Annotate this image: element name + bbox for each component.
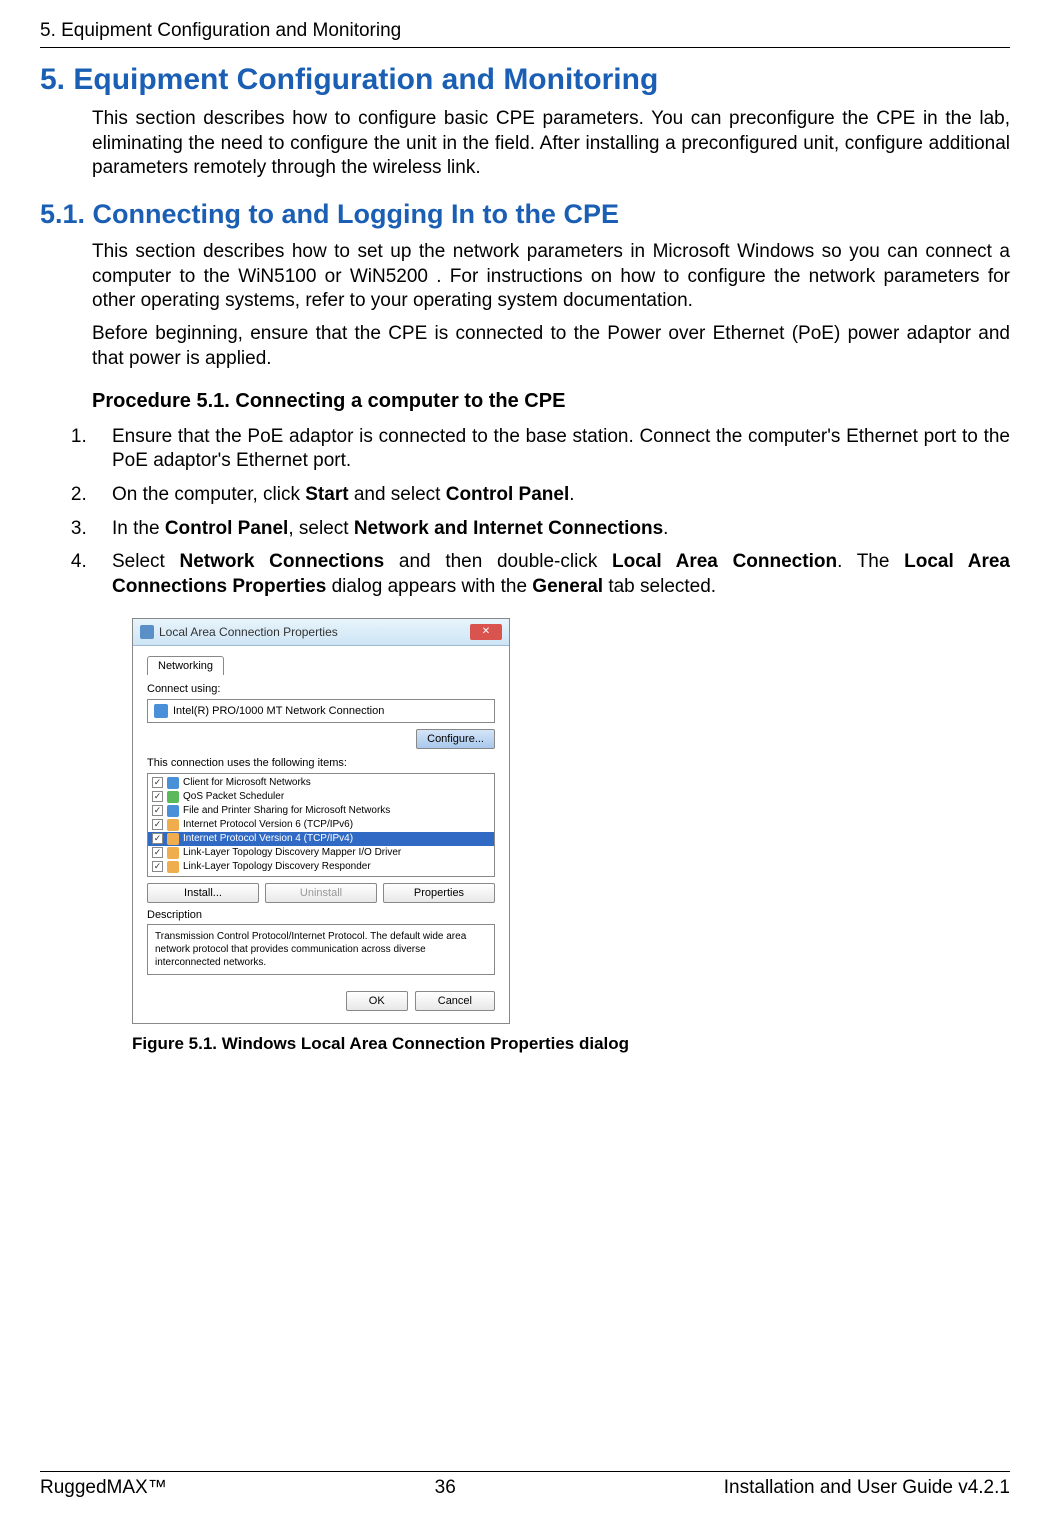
list-item[interactable]: ✓Internet Protocol Version 6 (TCP/IPv6) bbox=[148, 818, 494, 832]
description-box: Transmission Control Protocol/Internet P… bbox=[147, 924, 495, 975]
checkbox-icon[interactable]: ✓ bbox=[152, 805, 163, 816]
tab-header: Networking bbox=[147, 656, 495, 675]
client-icon bbox=[167, 777, 179, 789]
checkbox-icon[interactable]: ✓ bbox=[152, 833, 163, 844]
connect-using-label: Connect using: bbox=[147, 683, 495, 695]
procedure-list: Ensure that the PoE adaptor is connected… bbox=[92, 425, 1010, 600]
list-item: Select Network Connections and then doub… bbox=[92, 550, 1010, 599]
nic-field: Intel(R) PRO/1000 MT Network Connection bbox=[147, 699, 495, 723]
qos-icon bbox=[167, 791, 179, 803]
list-item[interactable]: ✓Link-Layer Topology Discovery Responder bbox=[148, 860, 494, 874]
configure-button[interactable]: Configure... bbox=[416, 729, 495, 749]
chapter-title: 5. Equipment Configuration and Monitorin… bbox=[40, 63, 1010, 97]
checkbox-icon[interactable]: ✓ bbox=[152, 777, 163, 788]
properties-button[interactable]: Properties bbox=[383, 883, 495, 903]
network-icon bbox=[140, 625, 154, 639]
protocol-icon bbox=[167, 847, 179, 859]
checkbox-icon[interactable]: ✓ bbox=[152, 791, 163, 802]
protocol-icon bbox=[167, 819, 179, 831]
footer-right: Installation and User Guide v4.2.1 bbox=[724, 1477, 1010, 1499]
checkbox-icon[interactable]: ✓ bbox=[152, 819, 163, 830]
page-footer: RuggedMAX™ 36 Installation and User Guid… bbox=[40, 1471, 1010, 1499]
dialog-footer: OK Cancel bbox=[147, 985, 495, 1011]
section-paragraph-1: This section describes how to set up the… bbox=[92, 240, 1010, 314]
footer-left: RuggedMAX™ bbox=[40, 1477, 167, 1499]
page-header-section: 5. Equipment Configuration and Monitorin… bbox=[40, 0, 1010, 48]
uninstall-button[interactable]: Uninstall bbox=[265, 883, 377, 903]
section-title: 5.1. Connecting to and Logging In to the… bbox=[40, 199, 1010, 230]
connection-items-list: ✓Client for Microsoft Networks ✓QoS Pack… bbox=[147, 773, 495, 877]
list-item: On the computer, click Start and select … bbox=[92, 483, 1010, 508]
section-paragraph-2: Before beginning, ensure that the CPE is… bbox=[92, 322, 1010, 371]
close-button[interactable]: ✕ bbox=[470, 624, 502, 640]
nic-icon bbox=[154, 704, 168, 718]
dialog-titlebar: Local Area Connection Properties ✕ bbox=[133, 619, 509, 646]
tab-networking[interactable]: Networking bbox=[147, 656, 224, 675]
protocol-icon bbox=[167, 861, 179, 873]
sharing-icon bbox=[167, 805, 179, 817]
dialog-body: Networking Connect using: Intel(R) PRO/1… bbox=[133, 646, 509, 1023]
items-label: This connection uses the following items… bbox=[147, 757, 495, 769]
footer-page-number: 36 bbox=[435, 1477, 456, 1499]
dialog-title: Local Area Connection Properties bbox=[159, 625, 338, 639]
checkbox-icon[interactable]: ✓ bbox=[152, 847, 163, 858]
figure-caption: Figure 5.1. Windows Local Area Connectio… bbox=[132, 1034, 1010, 1054]
install-button[interactable]: Install... bbox=[147, 883, 259, 903]
cancel-button[interactable]: Cancel bbox=[415, 991, 495, 1011]
running-header: 5. Equipment Configuration and Monitorin… bbox=[40, 20, 1010, 42]
button-row: Install... Uninstall Properties bbox=[147, 883, 495, 903]
list-item[interactable]: ✓Link-Layer Topology Discovery Mapper I/… bbox=[148, 846, 494, 860]
ok-button[interactable]: OK bbox=[346, 991, 408, 1011]
list-item[interactable]: ✓File and Printer Sharing for Microsoft … bbox=[148, 804, 494, 818]
nic-name: Intel(R) PRO/1000 MT Network Connection bbox=[173, 705, 384, 717]
figure-container: Local Area Connection Properties ✕ Netwo… bbox=[132, 618, 1010, 1024]
procedure-title: Procedure 5.1. Connecting a computer to … bbox=[92, 390, 1010, 413]
list-item[interactable]: ✓QoS Packet Scheduler bbox=[148, 790, 494, 804]
list-item[interactable]: ✓Client for Microsoft Networks bbox=[148, 776, 494, 790]
checkbox-icon[interactable]: ✓ bbox=[152, 861, 163, 872]
list-item: Ensure that the PoE adaptor is connected… bbox=[92, 425, 1010, 474]
list-item-selected[interactable]: ✓Internet Protocol Version 4 (TCP/IPv4) bbox=[148, 832, 494, 846]
description-label: Description bbox=[147, 909, 495, 921]
list-item: In the Control Panel, select Network and… bbox=[92, 517, 1010, 542]
intro-paragraph: This section describes how to configure … bbox=[92, 107, 1010, 181]
dialog-title-text: Local Area Connection Properties bbox=[140, 625, 338, 639]
protocol-icon bbox=[167, 833, 179, 845]
config-button-row: Configure... bbox=[147, 729, 495, 749]
properties-dialog: Local Area Connection Properties ✕ Netwo… bbox=[132, 618, 510, 1024]
